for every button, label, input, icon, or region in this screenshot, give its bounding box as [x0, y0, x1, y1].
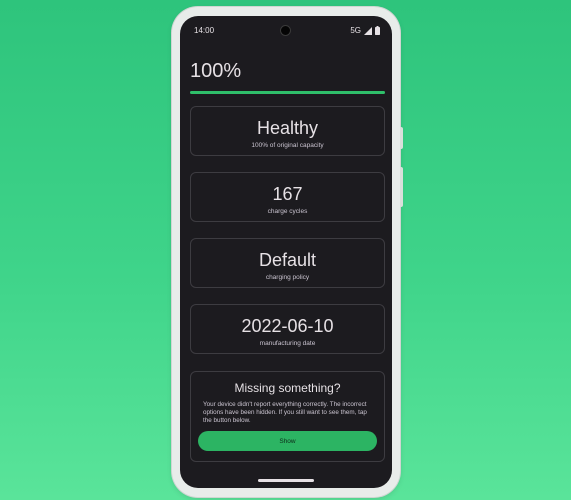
policy-card: Default charging policy [190, 238, 385, 288]
phone-frame: 14:00 5G 100% Healthy 100% of original c… [172, 7, 403, 497]
cycles-label: charge cycles [267, 208, 308, 215]
cycles-card: 167 charge cycles [190, 172, 385, 222]
manufacturing-label: manufacturing date [259, 340, 316, 347]
health-card: Healthy 100% of original capacity [190, 106, 385, 156]
network-type: 5G [350, 26, 361, 35]
front-camera [280, 25, 291, 36]
manufacturing-card: 2022-06-10 manufacturing date [190, 304, 385, 354]
volume-button [400, 167, 403, 207]
status-time: 14:00 [194, 26, 215, 35]
status-bar: 14:00 5G [180, 16, 392, 40]
cycles-value: 167 [272, 184, 303, 204]
health-label: 100% of original capacity [251, 142, 324, 149]
policy-label: charging policy [265, 274, 310, 281]
signal-icon [364, 26, 372, 35]
home-indicator[interactable] [258, 479, 314, 482]
missing-card: Missing something? Your device didn't re… [190, 371, 385, 462]
missing-description: Your device didn't report everything cor… [203, 401, 367, 424]
manufacturing-value: 2022-06-10 [241, 316, 334, 336]
status-indicators: 5G [350, 26, 380, 35]
health-value: Healthy [256, 118, 319, 138]
show-button[interactable]: Show [198, 431, 377, 451]
missing-title: Missing something? [234, 381, 341, 395]
phone-screen: 14:00 5G 100% Healthy 100% of original c… [180, 16, 392, 488]
battery-level-bar [190, 91, 385, 94]
battery-level-fill [190, 91, 385, 94]
policy-value: Default [258, 250, 317, 270]
battery-icon [375, 26, 380, 35]
battery-percent: 100% [190, 60, 242, 82]
power-button [400, 127, 403, 149]
